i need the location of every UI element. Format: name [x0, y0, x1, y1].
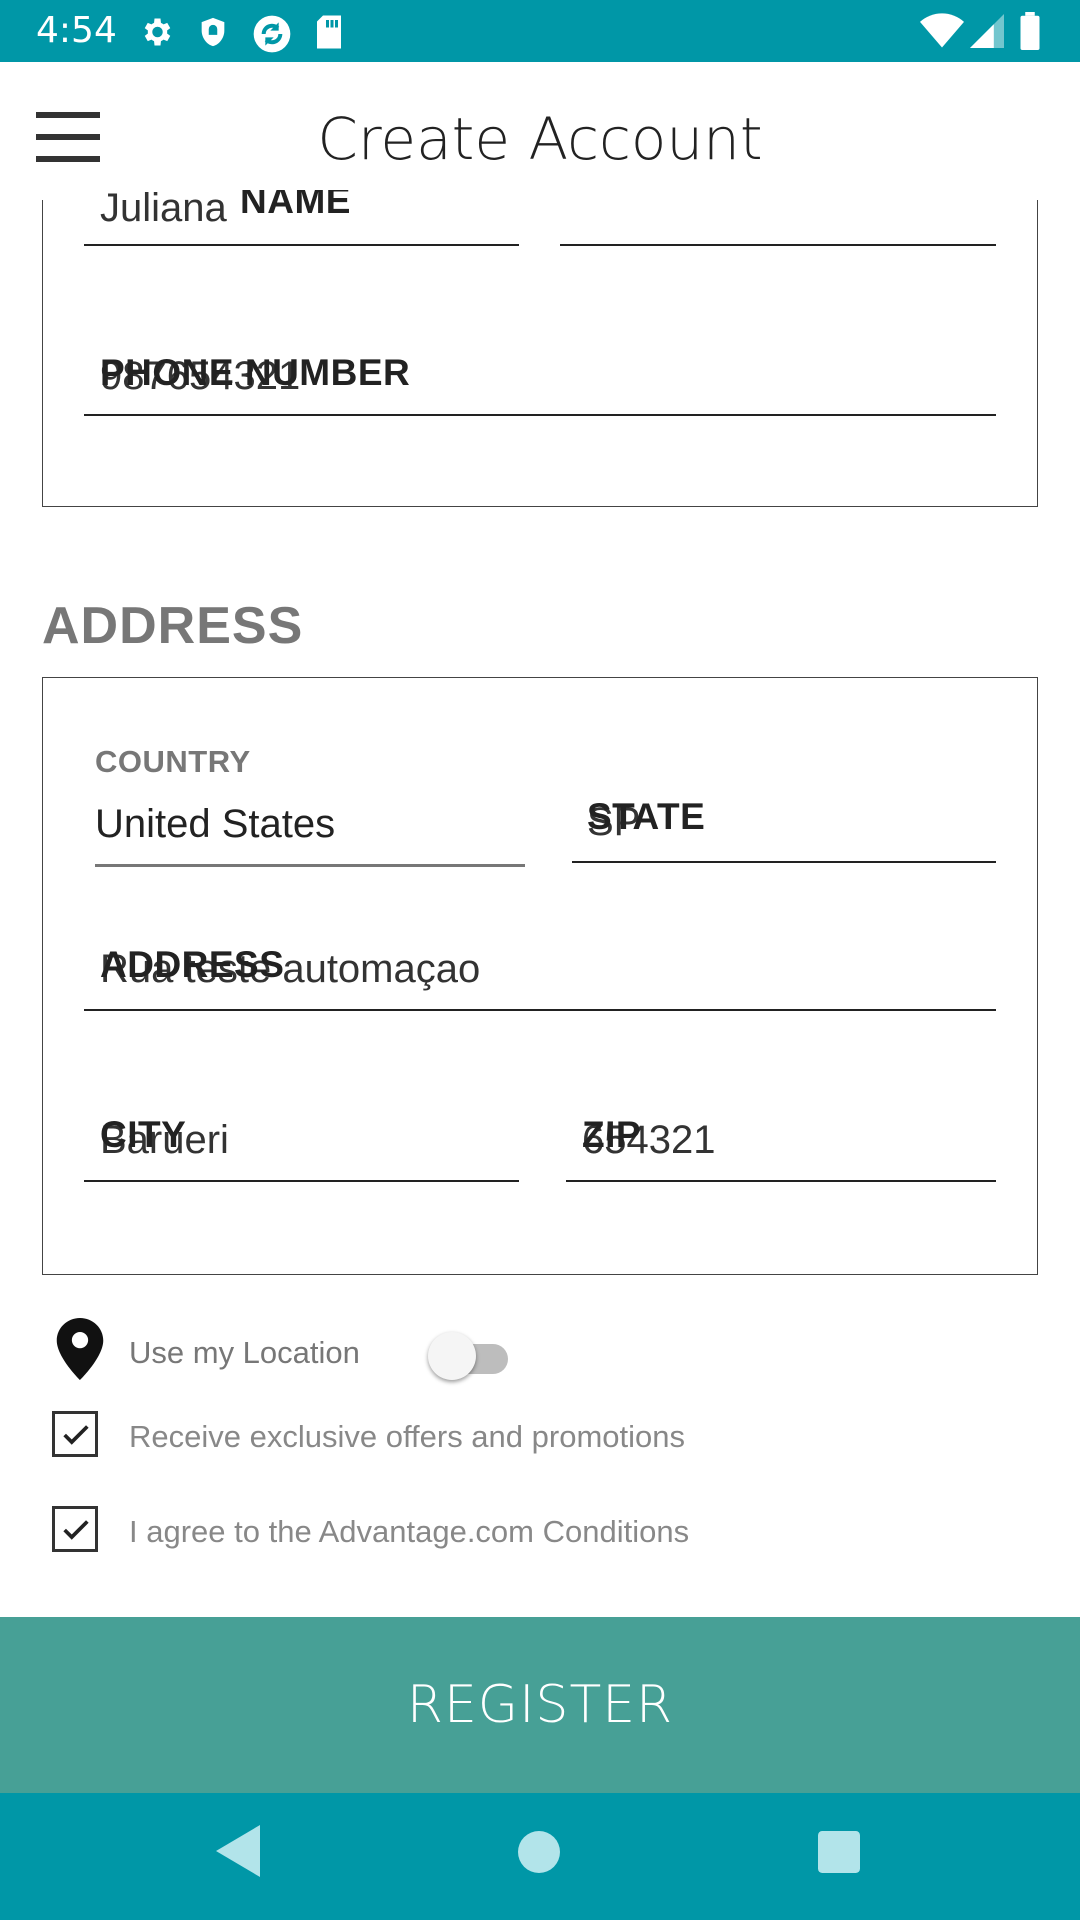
last-name-underline [84, 244, 519, 246]
address-label: ADDRESS [100, 944, 285, 985]
page-title: Create Account [317, 105, 763, 173]
use-location-toggle[interactable] [428, 1330, 512, 1382]
battery-icon [1020, 12, 1040, 50]
conditions-label: I agree to the Advantage.com Conditions [129, 1514, 690, 1549]
zip-underline [566, 1180, 996, 1182]
city-underline [84, 1180, 519, 1182]
status-time: 4:54 [36, 10, 117, 51]
country-select[interactable]: United States [95, 802, 335, 847]
use-location-label: Use my Location [129, 1335, 360, 1370]
state-underline [572, 861, 996, 863]
address-heading: ADDRESS [42, 597, 304, 655]
shield-icon [201, 17, 225, 47]
state-label: STATE [587, 796, 706, 837]
address-underline [84, 1009, 996, 1011]
last-name-value[interactable]: Juliana [100, 186, 227, 231]
zip-label: ZIP [582, 1114, 642, 1155]
check-icon [63, 1425, 89, 1445]
wifi-icon [920, 13, 964, 48]
register-button[interactable]: REGISTER [0, 1617, 1080, 1793]
city-label: CITY [100, 1114, 187, 1155]
country-underline [95, 864, 525, 867]
home-icon[interactable] [518, 1831, 560, 1873]
phone-number-label: PHONE NUMBER [100, 352, 411, 393]
phone-number-underline [84, 414, 996, 416]
sync-icon [253, 15, 291, 53]
sd-card-icon [317, 15, 341, 49]
recents-icon[interactable] [818, 1831, 860, 1873]
navigation-bar [0, 1793, 1080, 1920]
first-name-underline[interactable] [560, 244, 996, 246]
conditions-checkbox[interactable] [52, 1506, 98, 1552]
settings-icon [144, 18, 171, 46]
offers-label: Receive exclusive offers and promotions [129, 1419, 685, 1454]
check-icon [63, 1520, 89, 1540]
country-label: COUNTRY [95, 744, 251, 779]
offers-checkbox[interactable] [52, 1411, 98, 1457]
signal-icon [970, 14, 1004, 48]
location-pin-icon [56, 1318, 104, 1380]
status-bar: 4:54 [0, 0, 1080, 62]
back-icon[interactable] [216, 1825, 260, 1877]
